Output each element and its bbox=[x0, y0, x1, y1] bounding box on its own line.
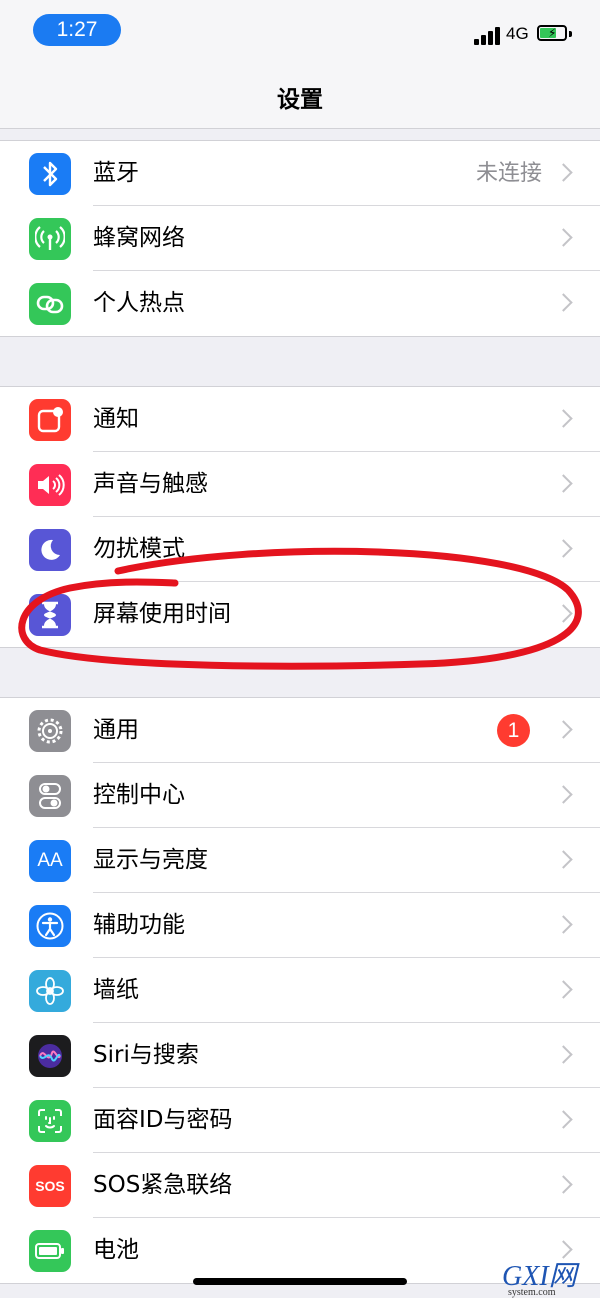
row-label: 显示与亮度 bbox=[93, 847, 208, 873]
flower-icon bbox=[29, 970, 71, 1012]
bluetooth-icon bbox=[29, 153, 71, 195]
settings-row-bluetooth[interactable]: 蓝牙 未连接 bbox=[0, 141, 600, 206]
row-label: 勿扰模式 bbox=[93, 536, 185, 562]
settings-row-face-id[interactable]: 面容ID与密码 bbox=[0, 1088, 600, 1153]
settings-row-sounds[interactable]: 声音与触感 bbox=[0, 452, 600, 517]
hotspot-link-icon bbox=[29, 283, 71, 325]
row-label: Siri与搜索 bbox=[93, 1042, 199, 1068]
row-label: 通知 bbox=[93, 406, 139, 432]
settings-row-general[interactable]: 通用 1 bbox=[0, 698, 600, 763]
hourglass-icon bbox=[29, 594, 71, 636]
row-label: 屏幕使用时间 bbox=[93, 601, 231, 627]
chevron-right-icon bbox=[554, 474, 573, 493]
network-type: 4G bbox=[506, 24, 529, 43]
settings-row-hotspot[interactable]: 个人热点 bbox=[0, 271, 600, 336]
status-time[interactable]: 1:27 bbox=[33, 14, 121, 46]
status-bar: 1:27 4G ⚡ bbox=[0, 0, 600, 62]
text-size-icon: AA bbox=[29, 840, 71, 882]
row-label: 面容ID与密码 bbox=[93, 1107, 233, 1133]
chevron-right-icon bbox=[554, 293, 573, 312]
row-label: 墙纸 bbox=[93, 977, 139, 1003]
battery-icon bbox=[29, 1230, 71, 1272]
settings-row-do-not-disturb[interactable]: 勿扰模式 bbox=[0, 517, 600, 582]
chevron-right-icon bbox=[554, 409, 573, 428]
bluetooth-status-value: 未连接 bbox=[475, 161, 542, 186]
row-label: 个人热点 bbox=[93, 290, 185, 316]
watermark-logo: GXI网 system.com bbox=[502, 1261, 577, 1298]
chevron-right-icon bbox=[554, 1175, 573, 1194]
chevron-right-icon bbox=[554, 539, 573, 558]
signal-strength-icon bbox=[474, 27, 502, 45]
chevron-right-icon bbox=[554, 1045, 573, 1064]
notification-icon bbox=[29, 399, 71, 441]
chevron-right-icon bbox=[554, 163, 573, 182]
home-indicator[interactable] bbox=[193, 1278, 407, 1285]
row-label: 辅助功能 bbox=[93, 912, 185, 938]
settings-row-siri[interactable]: Siri与搜索 bbox=[0, 1023, 600, 1088]
speaker-icon bbox=[29, 464, 71, 506]
chevron-right-icon bbox=[554, 785, 573, 804]
siri-icon bbox=[29, 1035, 71, 1077]
settings-row-cellular[interactable]: 蜂窝网络 bbox=[0, 206, 600, 271]
cellular-antenna-icon bbox=[29, 218, 71, 260]
accessibility-icon bbox=[29, 905, 71, 947]
row-label: SOS紧急联络 bbox=[93, 1172, 233, 1198]
settings-row-accessibility[interactable]: 辅助功能 bbox=[0, 893, 600, 958]
settings-group-notifications: 通知 声音与触感 勿扰模式 屏幕使用时间 bbox=[0, 386, 600, 648]
navigation-bar: 设置 bbox=[0, 62, 600, 129]
sos-icon: SOS bbox=[29, 1165, 71, 1207]
moon-icon bbox=[29, 529, 71, 571]
update-badge: 1 bbox=[497, 714, 530, 747]
row-label: 控制中心 bbox=[93, 782, 185, 808]
chevron-right-icon bbox=[554, 604, 573, 623]
settings-row-wallpaper[interactable]: 墙纸 bbox=[0, 958, 600, 1023]
row-label: 蓝牙 bbox=[93, 160, 139, 186]
chevron-right-icon bbox=[554, 720, 573, 739]
settings-row-notifications[interactable]: 通知 bbox=[0, 387, 600, 452]
row-label: 通用 bbox=[93, 717, 139, 743]
row-label: 蜂窝网络 bbox=[93, 225, 185, 251]
chevron-right-icon bbox=[554, 1110, 573, 1129]
row-label: 电池 bbox=[93, 1237, 139, 1263]
settings-row-screen-time[interactable]: 屏幕使用时间 bbox=[0, 582, 600, 647]
settings-row-display[interactable]: AA 显示与亮度 bbox=[0, 828, 600, 893]
chevron-right-icon bbox=[554, 850, 573, 869]
chevron-right-icon bbox=[554, 915, 573, 934]
row-label: 声音与触感 bbox=[93, 471, 208, 497]
settings-group-general: 通用 1 控制中心 AA 显示与亮度 辅助功能 墙纸 Siri与搜索 面容ID与… bbox=[0, 697, 600, 1284]
settings-row-control-center[interactable]: 控制中心 bbox=[0, 763, 600, 828]
chevron-right-icon bbox=[554, 980, 573, 999]
gear-icon bbox=[29, 710, 71, 752]
face-id-icon bbox=[29, 1100, 71, 1142]
page-title: 设置 bbox=[277, 87, 323, 113]
battery-status-icon: ⚡ bbox=[537, 25, 567, 41]
settings-group-connectivity: 蓝牙 未连接 蜂窝网络 个人热点 bbox=[0, 140, 600, 337]
chevron-right-icon bbox=[554, 228, 573, 247]
settings-row-sos[interactable]: SOS SOS紧急联络 bbox=[0, 1153, 600, 1218]
toggles-icon bbox=[29, 775, 71, 817]
